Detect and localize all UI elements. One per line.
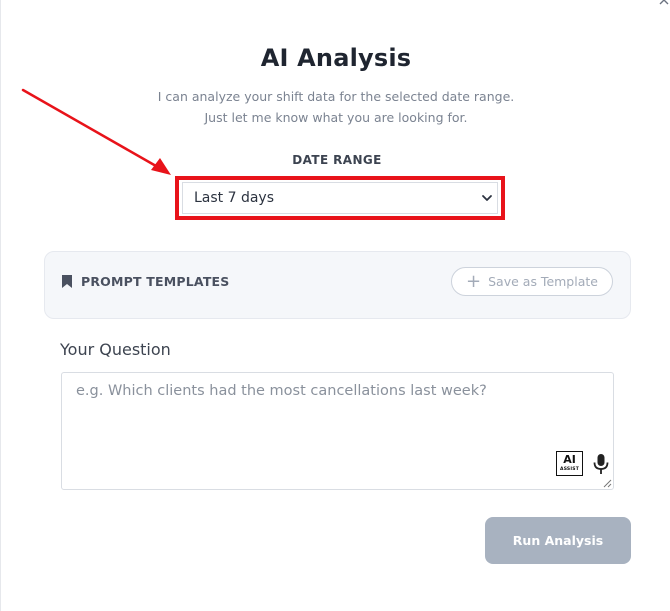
save-as-template-button[interactable]: + Save as Template xyxy=(451,267,613,296)
your-question-label: Your Question xyxy=(60,340,171,359)
save-as-template-label: Save as Template xyxy=(488,274,598,289)
microphone-icon[interactable] xyxy=(592,453,610,475)
highlight-box xyxy=(175,176,505,220)
ai-badge-text: AI xyxy=(563,453,576,466)
modal-title: AI Analysis xyxy=(260,44,412,72)
prompt-templates-panel: PROMPT TEMPLATES + Save as Template xyxy=(44,251,631,319)
prompt-templates-header: PROMPT TEMPLATES xyxy=(62,274,230,289)
subtitle-line-2: Just let me know what you are looking fo… xyxy=(204,110,468,125)
run-analysis-button[interactable]: Run Analysis xyxy=(485,517,631,564)
subtitle-line-1: I can analyze your shift data for the se… xyxy=(157,89,515,104)
modal-subtitle: I can analyze your shift data for the se… xyxy=(1,86,670,128)
ai-analysis-modal: AI Analysis I can analyze your shift dat… xyxy=(0,0,670,611)
resize-handle-icon[interactable] xyxy=(603,479,612,488)
ai-badge-subtext: ASSIST xyxy=(560,467,579,472)
bookmark-icon xyxy=(62,275,72,288)
ai-assist-icon[interactable]: AI ASSIST xyxy=(556,451,583,476)
plus-icon: + xyxy=(466,270,482,292)
close-icon[interactable] xyxy=(658,0,670,6)
date-range-label: DATE RANGE xyxy=(292,153,382,167)
prompt-templates-title: PROMPT TEMPLATES xyxy=(81,274,230,289)
question-input[interactable] xyxy=(61,372,614,490)
